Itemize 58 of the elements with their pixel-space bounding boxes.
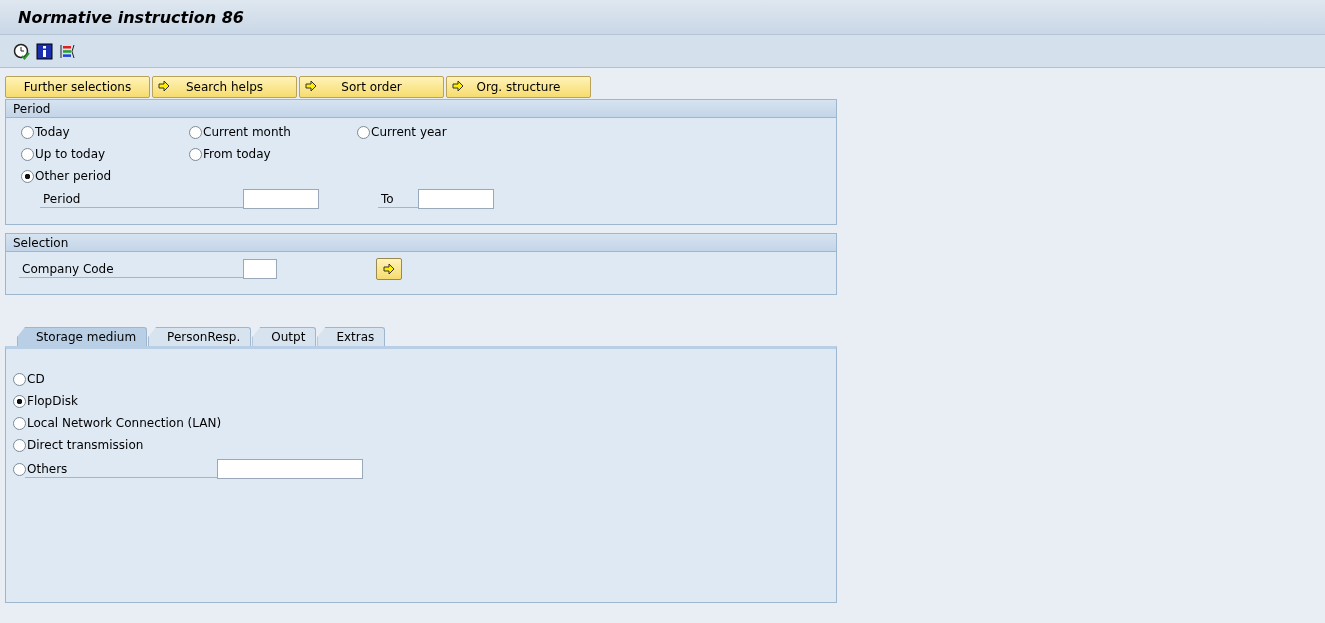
multiple-selection-button[interactable]	[376, 258, 402, 280]
radio-icon[interactable]	[21, 169, 34, 183]
radio-button[interactable]: CD	[13, 371, 45, 387]
tab[interactable]: Extras	[317, 327, 386, 346]
radio-button[interactable]: Today	[21, 124, 189, 140]
info-icon[interactable]	[36, 42, 53, 60]
arrow-icon	[304, 79, 318, 93]
group-title: Period	[13, 101, 51, 116]
radio-label: Others	[27, 462, 68, 476]
radio-icon[interactable]	[189, 125, 202, 139]
tab[interactable]: Outpt	[252, 327, 317, 346]
radio-label: Local Network Connection (LAN)	[27, 416, 222, 430]
radio-button[interactable]: Direct transmission	[13, 437, 144, 453]
toolbar-button[interactable]: Sort order	[299, 76, 444, 98]
radio-label: Other period	[35, 169, 112, 183]
input-field[interactable]	[243, 189, 319, 209]
tab[interactable]: PersonResp.	[148, 327, 252, 346]
radio-icon[interactable]	[13, 462, 26, 476]
radio-button[interactable]: From today	[189, 146, 357, 162]
radio-button[interactable]: Up to today	[21, 146, 189, 162]
input-field[interactable]	[418, 189, 494, 209]
radio-button[interactable]: Local Network Connection (LAN)	[13, 415, 222, 431]
toolbar-button[interactable]: Org. structure	[446, 76, 591, 98]
toolbar-button[interactable]: Further selections	[5, 76, 150, 98]
arrow-icon	[157, 79, 171, 93]
radio-icon[interactable]	[13, 372, 26, 386]
input-field[interactable]	[217, 459, 364, 479]
radio-button[interactable]: Current year	[357, 124, 557, 140]
group-title: Selection	[13, 235, 69, 250]
radio-icon[interactable]	[13, 416, 26, 430]
arrow-icon	[451, 79, 465, 93]
radio-label: From today	[203, 147, 271, 161]
radio-button[interactable]: FlopDisk	[13, 393, 78, 409]
radio-button[interactable]: Others	[13, 461, 68, 477]
radio-icon[interactable]	[13, 394, 26, 408]
radio-button[interactable]: Current month	[189, 124, 357, 140]
radio-label: Direct transmission	[27, 438, 144, 452]
radio-label: CD	[27, 372, 45, 386]
field-label: Period	[40, 190, 243, 208]
radio-icon[interactable]	[21, 125, 34, 139]
radio-label: Current year	[371, 125, 447, 139]
tab[interactable]: Storage medium	[17, 327, 148, 346]
radio-label: Up to today	[35, 147, 106, 161]
radio-label: Today	[35, 125, 70, 139]
radio-icon[interactable]	[21, 147, 34, 161]
radio-icon[interactable]	[13, 438, 26, 452]
arrow-icon	[382, 262, 396, 276]
radio-icon[interactable]	[357, 125, 370, 139]
radio-label: FlopDisk	[27, 394, 78, 408]
radio-button[interactable]: Other period	[21, 168, 189, 184]
layout-icon[interactable]	[59, 42, 76, 60]
toolbar-button[interactable]: Search helps	[152, 76, 297, 98]
radio-icon[interactable]	[189, 147, 202, 161]
field-label: Company Code	[19, 260, 243, 278]
clock-check-icon[interactable]	[13, 42, 30, 60]
radio-label: Current month	[203, 125, 291, 139]
input-field[interactable]	[243, 259, 277, 279]
window-title: Normative instruction 86	[18, 7, 244, 27]
